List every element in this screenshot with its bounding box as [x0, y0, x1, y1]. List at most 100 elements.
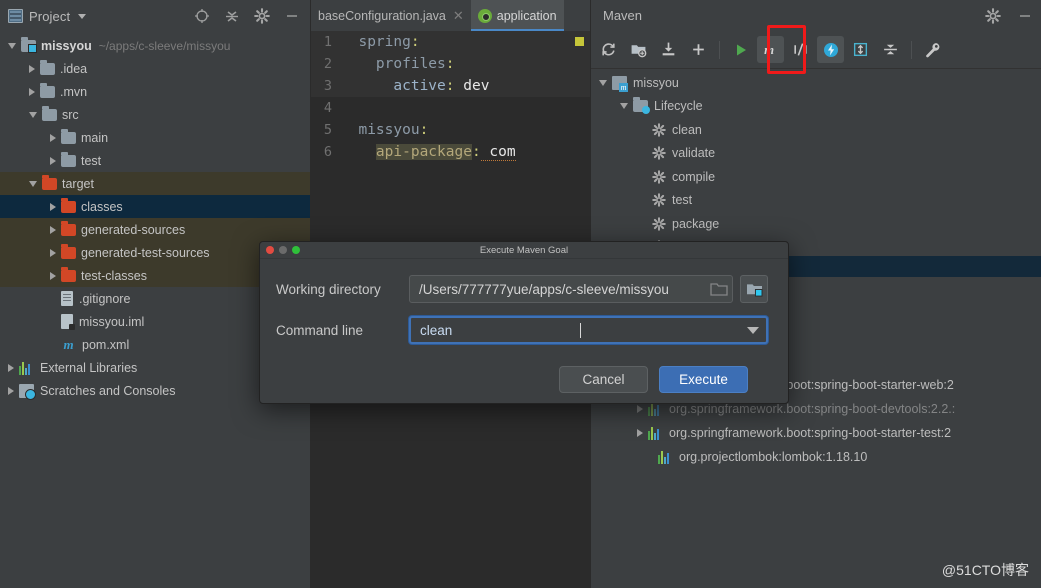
yaml-key: profiles — [375, 56, 446, 72]
maven-tree-item-label: clean — [672, 122, 702, 137]
run-maven-build-icon[interactable] — [727, 36, 754, 63]
svg-text:m: m — [764, 43, 774, 57]
maven-toolbar[interactable]: m — [591, 31, 1041, 69]
execute-button[interactable]: Execute — [659, 366, 748, 393]
maven-panel-header: Maven — [591, 0, 1041, 31]
maven-dependency-row[interactable]: org.projectlombok:lombok:1.18.10 — [591, 445, 1041, 469]
settings-gear-icon[interactable] — [254, 8, 270, 24]
working-directory-input[interactable]: /Users/777777yue/apps/c-sleeve/missyou — [409, 275, 733, 303]
tree-expand-arrow[interactable] — [50, 271, 56, 280]
code-line-1: 1 spring: — [311, 31, 590, 53]
minimize-icon[interactable] — [1017, 8, 1033, 24]
excluded-folder-icon — [61, 243, 76, 259]
tree-item-label: test — [81, 153, 102, 168]
folder-browse-icon[interactable] — [710, 282, 728, 297]
project-tree-item-missyou[interactable]: missyou ~/apps/c-sleeve/missyou — [0, 34, 310, 57]
project-tree-item-test[interactable]: test — [0, 149, 310, 172]
working-directory-label: Working directory — [276, 281, 381, 297]
settings-gear-icon[interactable] — [985, 7, 1001, 24]
tree-expand-arrow[interactable] — [50, 225, 56, 234]
scratches-icon — [19, 383, 36, 400]
tree-expand-arrow[interactable] — [29, 87, 35, 96]
editor-tab-baseconfiguration-java[interactable]: baseConfiguration.java ✕ — [311, 0, 471, 31]
project-tree-item-target[interactable]: target — [0, 172, 310, 195]
project-tree-item-classes[interactable]: classes — [0, 195, 310, 218]
maven-tree-item-label: package — [672, 216, 720, 231]
maven-goal-tree[interactable]: missyou Lifecycle clean validate compile test… — [591, 69, 1041, 259]
generate-sources-icon[interactable] — [625, 36, 652, 63]
module-browse-button[interactable] — [740, 275, 768, 303]
editor-tab-label: baseConfiguration.java — [318, 8, 446, 23]
tree-expand-arrow[interactable] — [637, 405, 643, 413]
toggle-offline-mode-icon[interactable] — [817, 36, 844, 63]
editor-tab-application[interactable]: application — [470, 0, 564, 31]
execute-maven-goal-icon[interactable]: m — [757, 36, 784, 63]
project-tree-item--mvn[interactable]: .mvn — [0, 80, 310, 103]
tree-item-label: pom.xml — [82, 337, 130, 352]
project-tree-item-src[interactable]: src — [0, 103, 310, 126]
excluded-folder-icon — [61, 197, 76, 213]
gear-icon — [652, 216, 666, 231]
command-line-dropdown-button[interactable] — [740, 318, 766, 342]
tree-expand-arrow[interactable] — [8, 42, 16, 49]
maven-tree-item-clean[interactable]: clean — [591, 118, 1041, 142]
project-panel-title: Project — [29, 8, 71, 24]
text-caret — [580, 322, 581, 338]
tree-item-label: .mvn — [60, 84, 88, 99]
folder-icon — [40, 82, 55, 98]
maven-tree-item-validate[interactable]: validate — [591, 142, 1041, 166]
download-sources-icon[interactable] — [655, 36, 682, 63]
tree-expand-arrow[interactable] — [50, 133, 56, 142]
tree-expand-arrow[interactable] — [8, 363, 14, 372]
project-header-actions — [194, 8, 306, 24]
command-line-label: Command line — [276, 322, 364, 338]
collapse-all-icon[interactable] — [877, 36, 904, 63]
code-text: active: dev — [341, 78, 489, 94]
tree-expand-arrow[interactable] — [29, 111, 37, 118]
line-number: 5 — [323, 122, 332, 138]
locate-target-icon[interactable] — [194, 8, 210, 24]
code-text: api-package: com — [341, 144, 516, 161]
editor-tab-strip[interactable]: baseConfiguration.java ✕ application — [311, 0, 590, 31]
tree-item-label: target — [62, 176, 94, 191]
project-tree-item-main[interactable]: main — [0, 126, 310, 149]
tree-expand-arrow[interactable] — [29, 180, 37, 187]
project-tree-item-generated-sources[interactable]: generated-sources — [0, 218, 310, 241]
libraries-icon — [19, 361, 34, 375]
command-line-input[interactable]: clean — [409, 316, 768, 344]
expand-all-icon[interactable] — [847, 36, 874, 63]
maven-dependency-label: org.springframework.boot:spring-boot-dev… — [669, 402, 956, 416]
maven-header-actions — [985, 7, 1033, 24]
maven-tree-item-lifecycle[interactable]: Lifecycle — [591, 95, 1041, 119]
close-icon[interactable]: ✕ — [453, 8, 464, 24]
tree-expand-arrow[interactable] — [620, 103, 628, 110]
tree-expand-arrow[interactable] — [599, 79, 607, 86]
chevron-down-icon[interactable] — [78, 13, 87, 19]
tree-item-label: main — [81, 130, 109, 145]
tree-expand-arrow[interactable] — [50, 248, 56, 257]
maven-tree-item-compile[interactable]: compile — [591, 165, 1041, 189]
maven-tree-item-missyou[interactable]: missyou — [591, 71, 1041, 95]
maven-dependency-row[interactable]: org.springframework.boot:spring-boot-sta… — [591, 421, 1041, 445]
collapse-all-icon[interactable] — [224, 8, 240, 24]
tree-expand-arrow[interactable] — [29, 64, 35, 73]
tree-expand-arrow[interactable] — [50, 156, 56, 165]
cancel-button[interactable]: Cancel — [559, 366, 648, 393]
minimize-icon[interactable] — [284, 8, 300, 24]
tree-expand-arrow[interactable] — [50, 202, 56, 211]
maven-tree-item-label: Lifecycle — [654, 99, 703, 114]
maven-dependency-label: org.projectlombok:lombok:1.18.10 — [679, 450, 868, 464]
maven-settings-wrench-icon[interactable] — [919, 36, 946, 63]
line-number: 6 — [323, 144, 332, 160]
add-maven-project-icon[interactable] — [685, 36, 712, 63]
tree-expand-arrow[interactable] — [8, 386, 14, 395]
yaml-colon: : — [419, 122, 429, 138]
maven-tree-item-label: validate — [672, 146, 716, 161]
project-tree-item--idea[interactable]: .idea — [0, 57, 310, 80]
tree-expand-arrow[interactable] — [637, 429, 643, 437]
toggle-skip-tests-icon[interactable] — [787, 36, 814, 63]
command-line-row: Command line clean — [276, 316, 768, 344]
reload-all-maven-projects-icon[interactable] — [595, 36, 622, 63]
maven-tree-item-package[interactable]: package — [591, 212, 1041, 236]
maven-tree-item-test[interactable]: test — [591, 189, 1041, 213]
